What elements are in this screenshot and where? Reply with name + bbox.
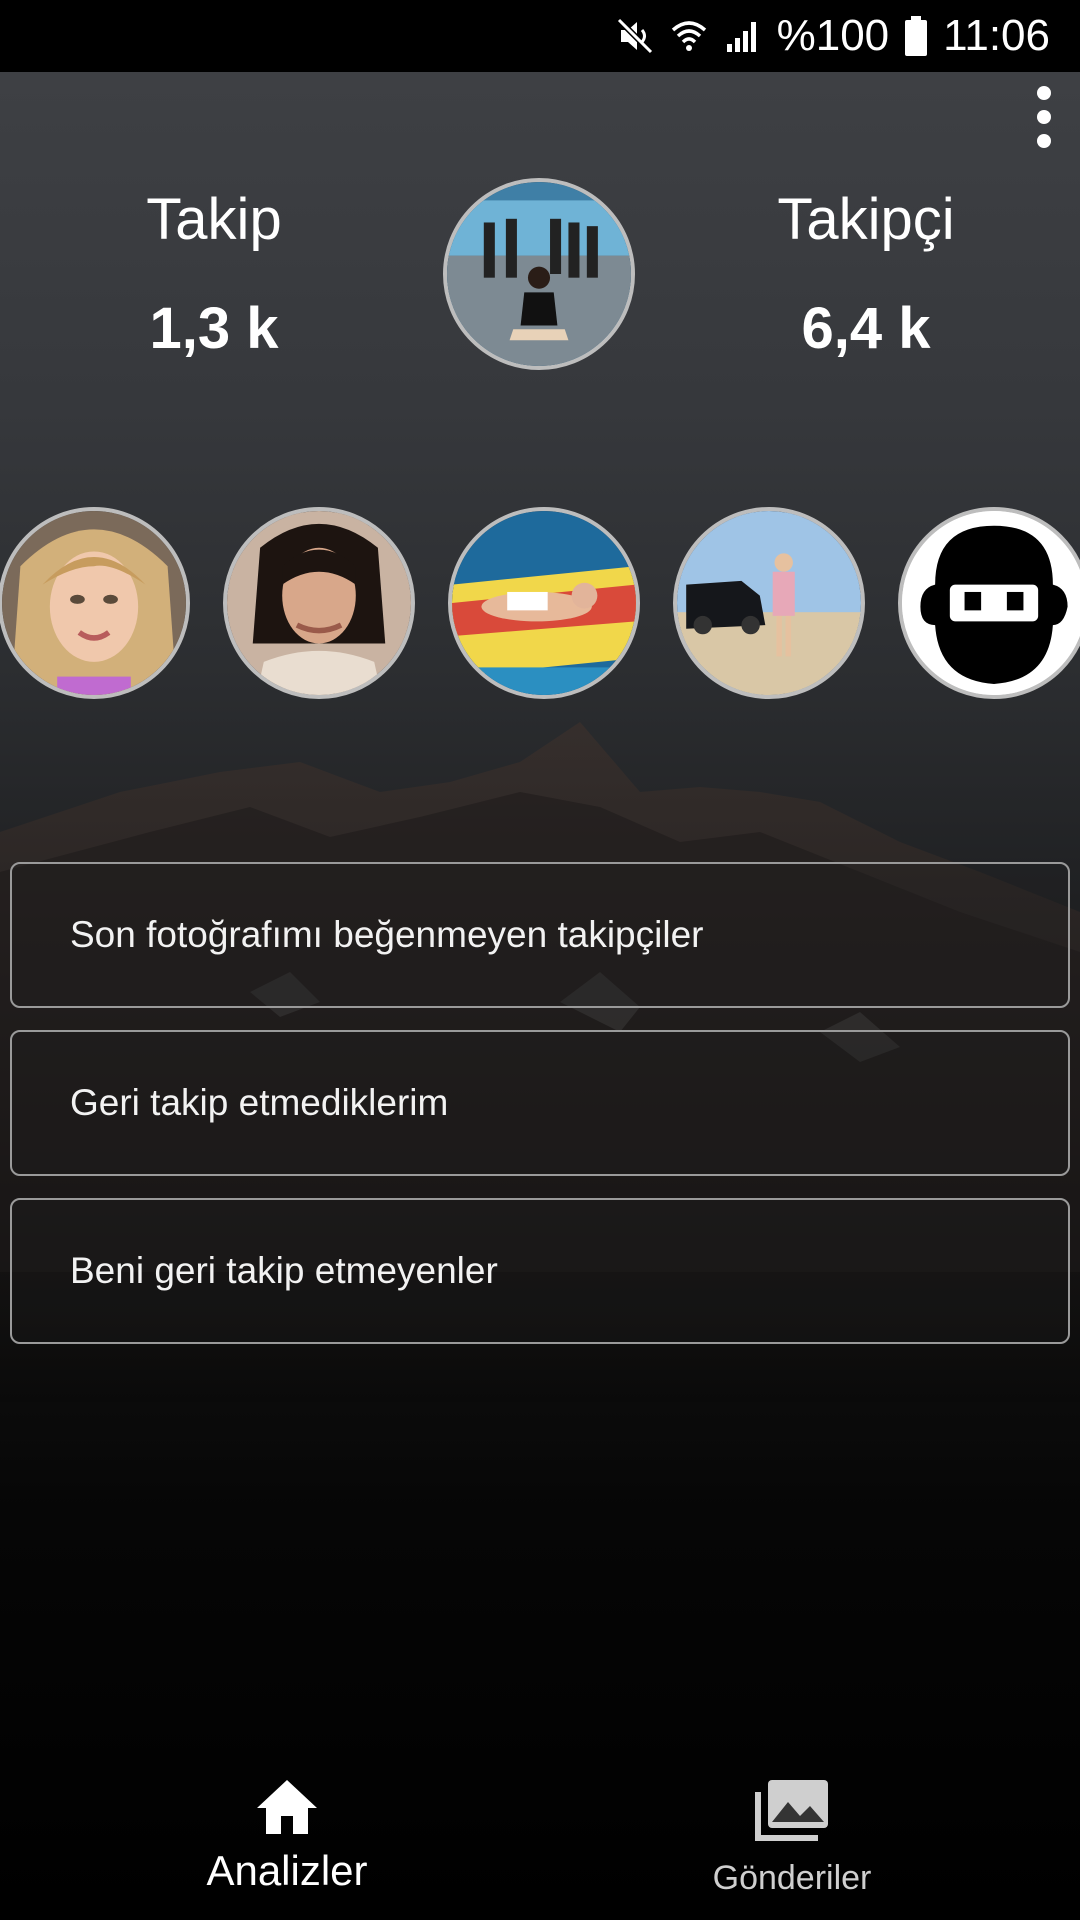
followers-count: 6,4 k	[801, 296, 931, 361]
signal-icon	[723, 16, 763, 56]
bottom-navigation: Analizler Gönderiler	[0, 1760, 1080, 1920]
nav-gonderiler[interactable]: Gönderiler	[642, 1778, 942, 1898]
home-icon	[137, 1778, 437, 1841]
user-avatar[interactable]	[0, 507, 190, 699]
profile-photo	[447, 182, 631, 366]
followers-label: Takipçi	[777, 187, 955, 252]
status-bar: %100 11:06	[0, 0, 1080, 72]
battery-icon	[903, 14, 929, 58]
user-avatar[interactable]	[448, 507, 640, 699]
following-stat[interactable]: Takip 1,3 k	[64, 186, 364, 362]
screen: %100 11:06 Takip 1,3 k Takipçi 6,4 k Son…	[0, 0, 1080, 1920]
clock: 11:06	[943, 11, 1050, 60]
menu-dot	[1037, 110, 1051, 124]
menu-dot	[1037, 86, 1051, 100]
battery-percentage: %100	[776, 11, 890, 60]
nav-label: Analizler	[206, 1847, 368, 1894]
option-label: Geri takip etmediklerim	[70, 1082, 449, 1123]
bearded-man-icon	[902, 511, 1080, 695]
nav-label: Gönderiler	[712, 1859, 872, 1897]
more-vertical-icon[interactable]	[1022, 82, 1066, 152]
not-following-back-button[interactable]: Geri takip etmediklerim	[10, 1030, 1070, 1176]
menu-dot	[1037, 134, 1051, 148]
option-label: Son fotoğrafımı beğenmeyen takipçiler	[70, 914, 704, 955]
user-photo	[2, 511, 186, 695]
following-label: Takip	[146, 187, 282, 252]
user-photo	[677, 511, 861, 695]
user-photo	[227, 511, 411, 695]
option-label: Beni geri takip etmeyenler	[70, 1250, 498, 1291]
nav-analizler[interactable]: Analizler	[137, 1778, 437, 1895]
gallery-icon	[642, 1778, 942, 1847]
user-avatar[interactable]	[673, 507, 865, 699]
wifi-icon	[669, 16, 709, 56]
profile-avatar[interactable]	[443, 178, 635, 370]
mute-icon	[615, 16, 655, 56]
non-liker-followers-button[interactable]: Son fotoğrafımı beğenmeyen takipçiler	[10, 862, 1070, 1008]
not-following-me-back-button[interactable]: Beni geri takip etmeyenler	[10, 1198, 1070, 1344]
default-avatar[interactable]	[898, 507, 1080, 699]
following-count: 1,3 k	[149, 296, 279, 361]
user-photo	[452, 511, 636, 695]
user-avatar[interactable]	[223, 507, 415, 699]
followers-stat[interactable]: Takipçi 6,4 k	[716, 186, 1016, 362]
